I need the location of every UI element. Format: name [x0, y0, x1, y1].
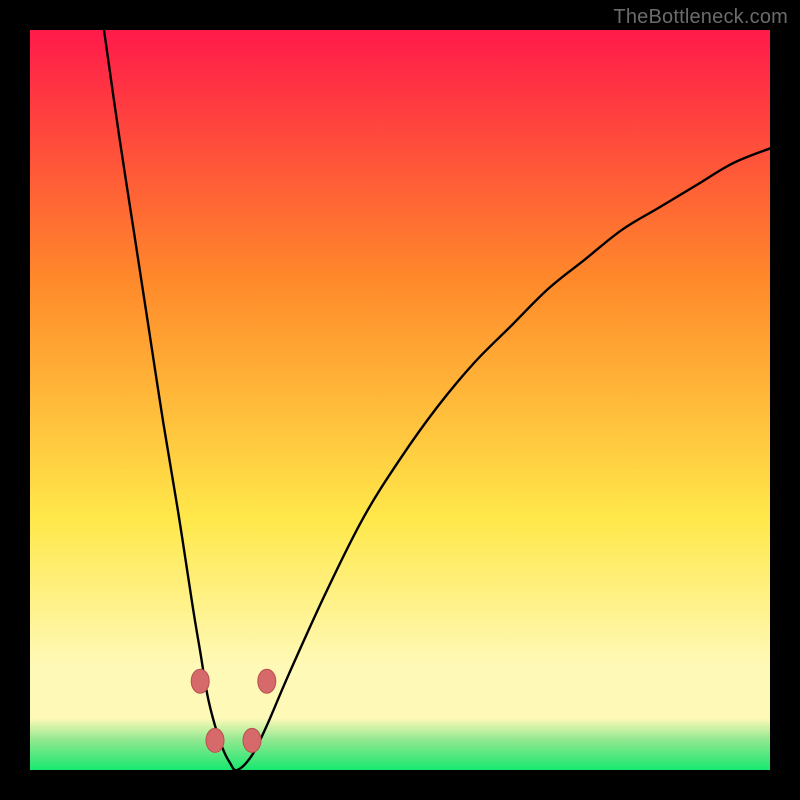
curve-marker-3: [243, 728, 261, 752]
curve-marker-0: [191, 669, 209, 693]
curve-marker-1: [258, 669, 276, 693]
watermark-text: TheBottleneck.com: [613, 6, 788, 29]
plot-area: [30, 30, 770, 770]
curve-markers: [191, 669, 276, 752]
bottleneck-curve: [104, 30, 770, 770]
curve-layer: [30, 30, 770, 770]
chart-frame: TheBottleneck.com: [0, 0, 800, 800]
curve-marker-2: [206, 728, 224, 752]
